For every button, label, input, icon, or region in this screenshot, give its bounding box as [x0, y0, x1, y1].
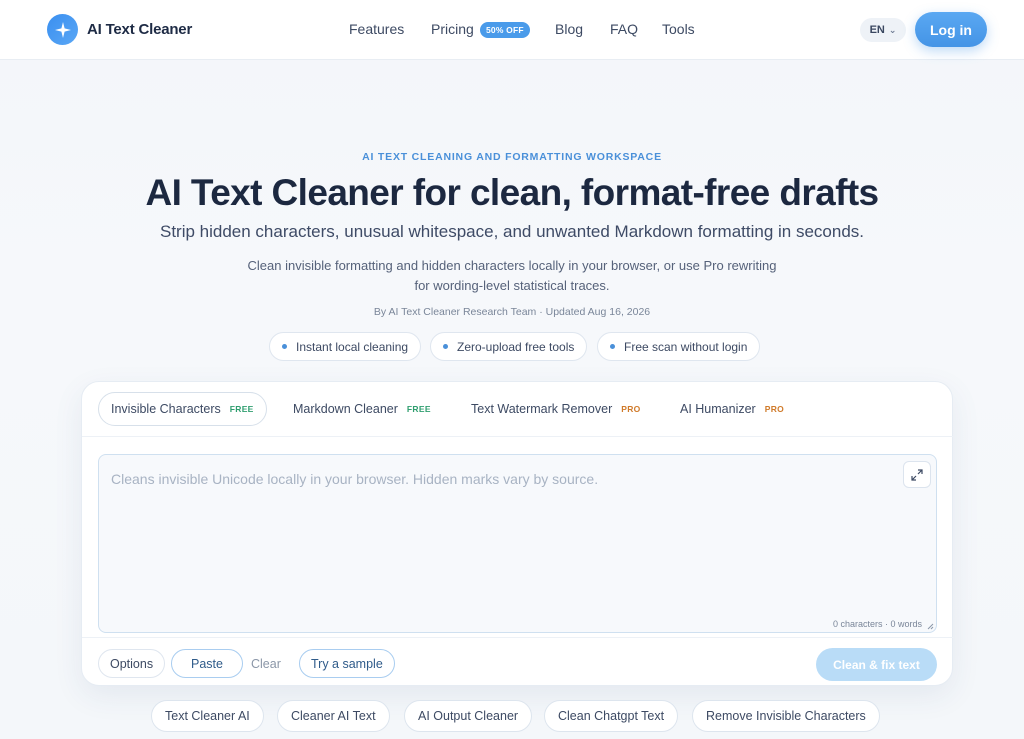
text-input[interactable] [99, 455, 936, 632]
brand-logo[interactable]: AI Text Cleaner [47, 14, 192, 45]
pro-tag: PRO [764, 404, 785, 414]
tab-label: Text Watermark Remover [471, 402, 613, 416]
language-code: EN [869, 24, 885, 36]
expand-icon [911, 468, 923, 481]
nav-tools[interactable]: Tools [662, 21, 695, 37]
bullet-dot-icon [282, 344, 287, 349]
feature-pill: Instant local cleaning [269, 332, 422, 361]
options-button[interactable]: Options [98, 649, 166, 678]
tab-label: Markdown Cleaner [293, 402, 398, 416]
tab-invisible-characters[interactable]: Invisible Characters FREE [98, 392, 267, 426]
feature-pill-label: Instant local cleaning [296, 339, 409, 354]
related-tool-chip[interactable]: Remove Invisible Characters [692, 700, 880, 732]
bullet-dot-icon [610, 344, 615, 349]
character-word-counter: 0 characters · 0 words [832, 619, 922, 629]
tab-ai-humanizer[interactable]: AI Humanizer PRO [680, 392, 784, 426]
page-title: AI Text Cleaner for clean, format-free d… [145, 172, 879, 213]
tab-markdown-cleaner[interactable]: Markdown Cleaner FREE [293, 392, 431, 426]
brand-name: AI Text Cleaner [87, 21, 193, 38]
hero-description: Clean invisible formatting and hidden ch… [212, 256, 812, 296]
tab-text-watermark-remover[interactable]: Text Watermark Remover PRO [471, 392, 641, 426]
text-editor: 0 characters · 0 words [98, 454, 937, 633]
hero-subtitle: Strip hidden characters, unusual whitesp… [159, 222, 864, 241]
try-sample-button[interactable]: Try a sample [299, 649, 395, 678]
tab-label: AI Humanizer [680, 402, 756, 416]
clean-fix-text-button[interactable]: Clean & fix text [816, 648, 937, 681]
free-tag: FREE [406, 404, 431, 414]
related-tool-chip[interactable]: Cleaner AI Text [277, 700, 390, 732]
resize-grip-icon[interactable] [927, 623, 934, 630]
feature-pill-label: Free scan without login [624, 339, 748, 354]
hero-description-line: for wording-level statistical traces. [414, 278, 610, 293]
nav-features[interactable]: Features [349, 21, 404, 37]
author-byline: By AI Text Cleaner Research Team · Updat… [373, 306, 651, 318]
nav-faq[interactable]: FAQ [610, 21, 638, 37]
paste-button[interactable]: Paste [171, 649, 243, 678]
related-tool-chip[interactable]: Clean Chatgpt Text [544, 700, 679, 732]
chevron-down-icon: ⌄ [888, 24, 897, 35]
discount-badge: 50% OFF [480, 22, 530, 38]
cleaning-workspace: Invisible Characters FREE Markdown Clean… [81, 381, 954, 687]
free-tag: FREE [229, 404, 254, 414]
clear-button[interactable]: Clear [240, 649, 292, 678]
feature-pill: Free scan without login [597, 332, 761, 361]
tool-tabs: Invisible Characters FREE Markdown Clean… [82, 382, 954, 437]
nav-blog[interactable]: Blog [555, 21, 583, 37]
pro-tag: PRO [621, 404, 641, 414]
language-selector[interactable]: EN ⌄ [860, 18, 906, 42]
sparkle-icon [47, 14, 78, 45]
related-tool-chip[interactable]: Text Cleaner AI [151, 700, 264, 732]
related-tool-chip[interactable]: AI Output Cleaner [404, 700, 533, 732]
hero-description-line: Clean invisible formatting and hidden ch… [247, 258, 777, 273]
editor-actions: Options Paste Clear Try a sample Clean &… [82, 637, 954, 687]
feature-pill-label: Zero-upload free tools [457, 339, 575, 354]
hero-eyebrow: AI TEXT CLEANING AND FORMATTING WORKSPAC… [362, 151, 662, 163]
bullet-dot-icon [443, 344, 448, 349]
nav-pricing[interactable]: Pricing [431, 21, 474, 37]
expand-button[interactable] [903, 461, 931, 488]
tab-label: Invisible Characters [111, 402, 221, 416]
login-button[interactable]: Log in [915, 12, 987, 47]
top-navigation-bar: AI Text Cleaner Features Pricing 50% OFF… [0, 0, 1024, 60]
feature-pill: Zero-upload free tools [430, 332, 588, 361]
